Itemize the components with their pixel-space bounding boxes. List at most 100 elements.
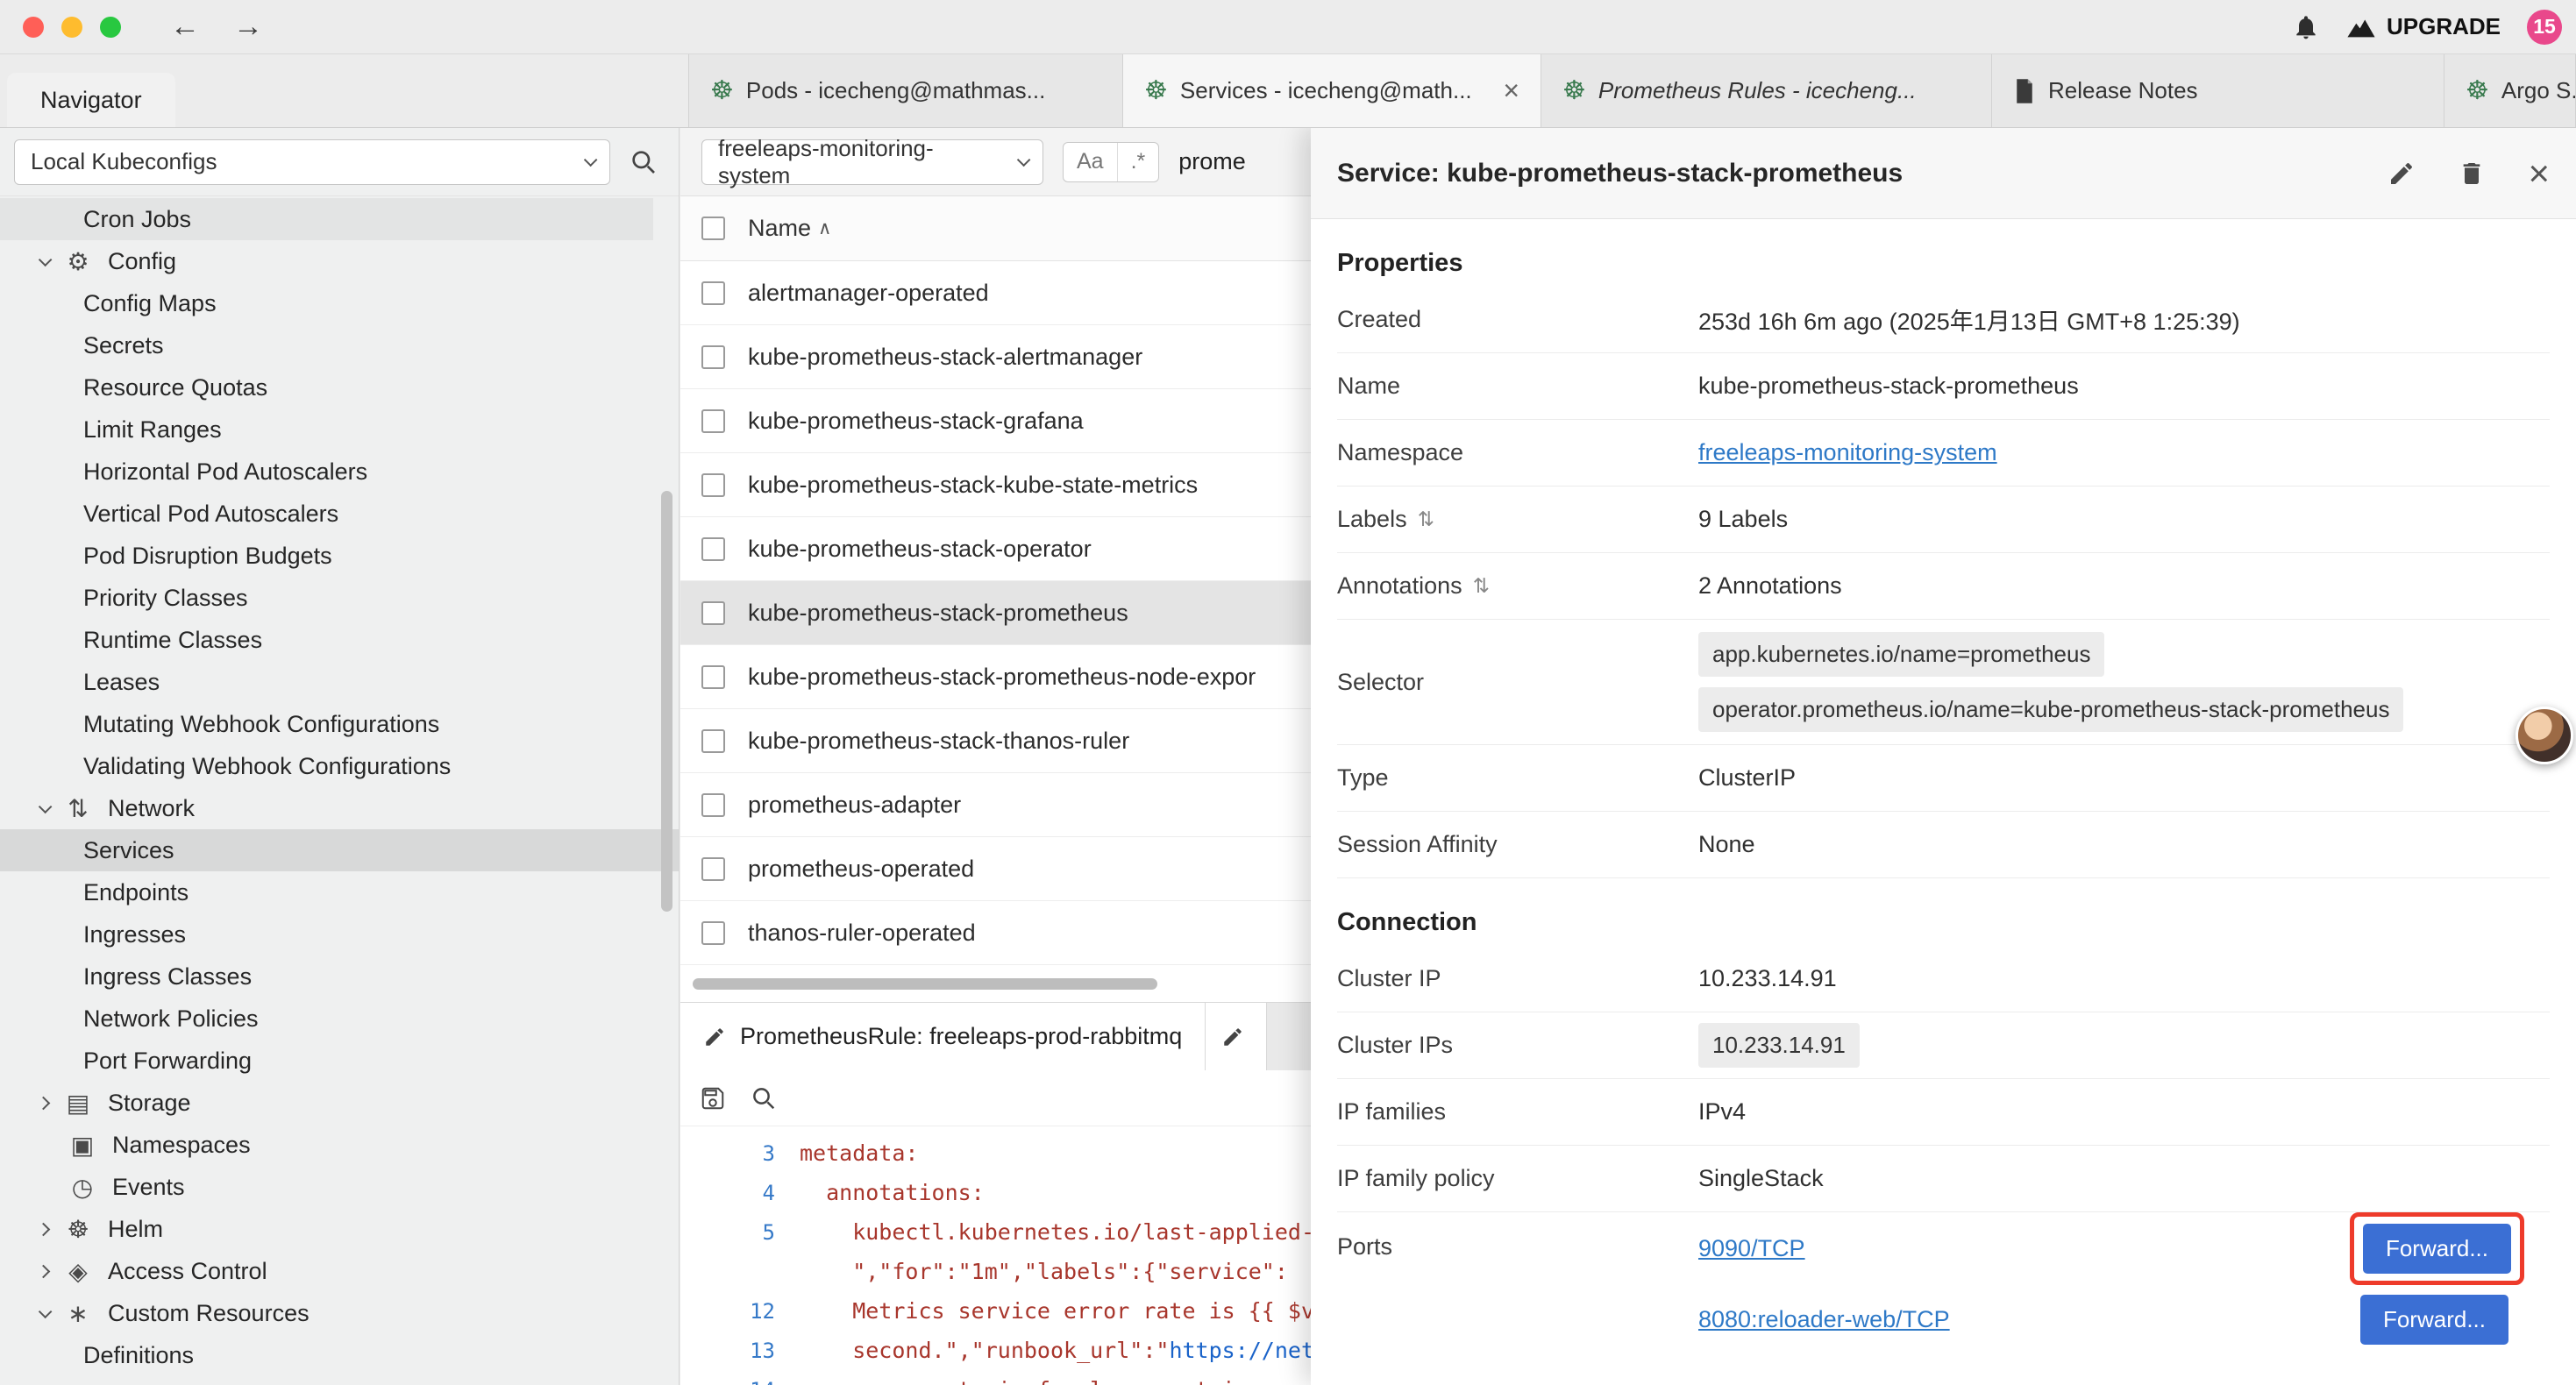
close-tab-icon[interactable]: × [1503, 75, 1519, 107]
column-header-name[interactable]: Name ∧ [748, 215, 831, 242]
sidebar-item-config-maps[interactable]: Config Maps [0, 282, 679, 324]
namespace-select[interactable]: freeleaps-monitoring-system [701, 139, 1043, 185]
sidebar-item-runtime-classes[interactable]: Runtime Classes [0, 619, 679, 661]
sidebar-item-events[interactable]: ◷Events [0, 1166, 679, 1208]
code-line: 3metadata: [680, 1133, 1334, 1173]
sidebar-scrollbar[interactable] [661, 491, 672, 912]
sidebar-item-access-control[interactable]: ◈Access Control [0, 1250, 679, 1292]
sidebar-item-network[interactable]: ⇅Network [0, 787, 679, 829]
port-link[interactable]: 9090/TCP [1698, 1235, 1805, 1262]
sidebar-item-network-policies[interactable]: Network Policies [0, 998, 679, 1040]
tab-pods[interactable]: ☸ Pods - icecheng@mathmas... [689, 54, 1123, 127]
row-label: Created [1337, 306, 1698, 333]
search-input[interactable]: prome [1178, 148, 1246, 175]
row-checkbox[interactable] [701, 665, 725, 689]
sidebar-item-cron-jobs[interactable]: Cron Jobs [0, 198, 653, 240]
sidebar-item-leases[interactable]: Leases [0, 661, 679, 703]
editor-tab-next[interactable] [1206, 1003, 1267, 1070]
row-label: Session Affinity [1337, 831, 1698, 858]
sidebar-item-ingress-classes[interactable]: Ingress Classes [0, 955, 679, 998]
back-arrow-icon[interactable]: ← [170, 10, 200, 44]
match-case-toggle[interactable]: Aa [1064, 143, 1117, 181]
sidebar-search-icon[interactable] [623, 148, 665, 176]
regex-toggle[interactable]: .* [1117, 143, 1159, 181]
row-checkbox[interactable] [701, 921, 725, 945]
sidebar-item-endpoints[interactable]: Endpoints [0, 871, 679, 913]
sidebar-item-priority-classes[interactable]: Priority Classes [0, 577, 679, 619]
sidebar-item-storage[interactable]: ▤Storage [0, 1082, 679, 1124]
minimize-window-button[interactable] [61, 17, 82, 38]
sidebar-item-limit-ranges[interactable]: Limit Ranges [0, 408, 679, 451]
sidebar-item-mutating-webhook-configurations[interactable]: Mutating Webhook Configurations [0, 703, 679, 745]
upgrade-button[interactable]: UPGRADE [2346, 13, 2501, 40]
sidebar-item-validating-webhook-configurations[interactable]: Validating Webhook Configurations [0, 745, 679, 787]
delete-trash-icon[interactable] [2458, 160, 2486, 188]
row-checkbox[interactable] [701, 729, 725, 753]
table-row[interactable]: thanos-ruler-operated [680, 901, 1334, 965]
row-checkbox[interactable] [701, 345, 725, 369]
annotations-count[interactable]: 2 Annotations [1698, 572, 2550, 600]
table-row[interactable]: kube-prometheus-stack-grafana [680, 389, 1334, 453]
tab-argo[interactable]: ☸ Argo S... [2444, 54, 2576, 127]
namespace-link[interactable]: freeleaps-monitoring-system [1698, 439, 1997, 466]
yaml-editor[interactable]: 3metadata: 4 annotations: 5 kubectl.kube… [680, 1126, 1334, 1385]
sidebar-item-custom-resources[interactable]: ∗Custom Resources [0, 1292, 679, 1334]
row-checkbox[interactable] [701, 281, 725, 305]
table-row[interactable]: kube-prometheus-stack-operator [680, 517, 1334, 581]
zoom-window-button[interactable] [100, 17, 121, 38]
row-checkbox[interactable] [701, 601, 725, 625]
port-link[interactable]: 8080:reloader-web/TCP [1698, 1306, 1950, 1333]
table-row[interactable]: kube-prometheus-stack-thanos-ruler [680, 709, 1334, 773]
close-drawer-icon[interactable]: × [2528, 155, 2550, 192]
avatar[interactable] [2516, 707, 2573, 764]
sidebar-item-horizontal-pod-autoscalers[interactable]: Horizontal Pod Autoscalers [0, 451, 679, 493]
table-row[interactable]: kube-prometheus-stack-prometheus-node-ex… [680, 645, 1334, 709]
row-checkbox[interactable] [701, 793, 725, 817]
table-row[interactable]: kube-prometheus-stack-alertmanager [680, 325, 1334, 389]
kubeconfig-select[interactable]: Local Kubeconfigs [14, 139, 610, 185]
tab-services[interactable]: ☸ Services - icecheng@math... × [1123, 54, 1541, 127]
sidebar-item-namespaces[interactable]: ▣Namespaces [0, 1124, 679, 1166]
table-row-selected[interactable]: kube-prometheus-stack-prometheus [680, 581, 1334, 645]
editor-tab-prometheusrule[interactable]: PrometheusRule: freeleaps-prod-rabbitmq [680, 1003, 1206, 1070]
sidebar-item-config[interactable]: ⚙Config [0, 240, 679, 282]
sidebar-item-label: Namespaces [112, 1132, 251, 1159]
sidebar-item-definitions[interactable]: Definitions [0, 1334, 679, 1376]
code-text: metadata: [800, 1140, 918, 1166]
expand-collapse-icon[interactable]: ⇅ [1473, 574, 1490, 598]
sidebar-item-secrets[interactable]: Secrets [0, 324, 679, 366]
table-row[interactable]: prometheus-operated [680, 837, 1334, 901]
row-checkbox[interactable] [701, 857, 725, 881]
row-checkbox[interactable] [701, 473, 725, 497]
select-all-checkbox[interactable] [701, 217, 725, 240]
sidebar-item-pod-disruption-budgets[interactable]: Pod Disruption Budgets [0, 535, 679, 577]
expand-collapse-icon[interactable]: ⇅ [1418, 508, 1434, 531]
notifications-bell-icon[interactable] [2292, 13, 2320, 41]
forward-button[interactable]: Forward... [2360, 1295, 2508, 1345]
edit-pencil-icon[interactable] [2387, 160, 2416, 188]
sidebar-item-resource-quotas[interactable]: Resource Quotas [0, 366, 679, 408]
sidebar-item-label: Horizontal Pod Autoscalers [83, 458, 367, 486]
sidebar-item-label: Runtime Classes [83, 627, 262, 654]
cluster-ip-value: 10.233.14.91 [1698, 965, 2550, 992]
table-row[interactable]: alertmanager-operated [680, 261, 1334, 325]
table-row[interactable]: prometheus-adapter [680, 773, 1334, 837]
sidebar-item-port-forwarding[interactable]: Port Forwarding [0, 1040, 679, 1082]
table-row[interactable]: kube-prometheus-stack-kube-state-metrics [680, 453, 1334, 517]
forward-button[interactable]: Forward... [2363, 1224, 2511, 1274]
row-checkbox[interactable] [701, 409, 725, 433]
notification-count-badge[interactable]: 15 [2527, 10, 2562, 45]
labels-count[interactable]: 9 Labels [1698, 506, 2550, 533]
close-window-button[interactable] [23, 17, 44, 38]
save-icon[interactable] [700, 1085, 726, 1112]
sidebar-item-vertical-pod-autoscalers[interactable]: Vertical Pod Autoscalers [0, 493, 679, 535]
tab-release-notes[interactable]: Release Notes [1992, 54, 2444, 127]
editor-search-icon[interactable] [751, 1085, 777, 1112]
horizontal-scrollbar[interactable] [693, 978, 1157, 990]
tab-prometheus-rules[interactable]: ☸ Prometheus Rules - icecheng... [1541, 54, 1992, 127]
sidebar-item-services[interactable]: Services [0, 829, 679, 871]
sidebar-item-ingresses[interactable]: Ingresses [0, 913, 679, 955]
sidebar-item-helm[interactable]: ☸Helm [0, 1208, 679, 1250]
row-checkbox[interactable] [701, 537, 725, 561]
forward-arrow-icon[interactable]: → [233, 10, 263, 44]
